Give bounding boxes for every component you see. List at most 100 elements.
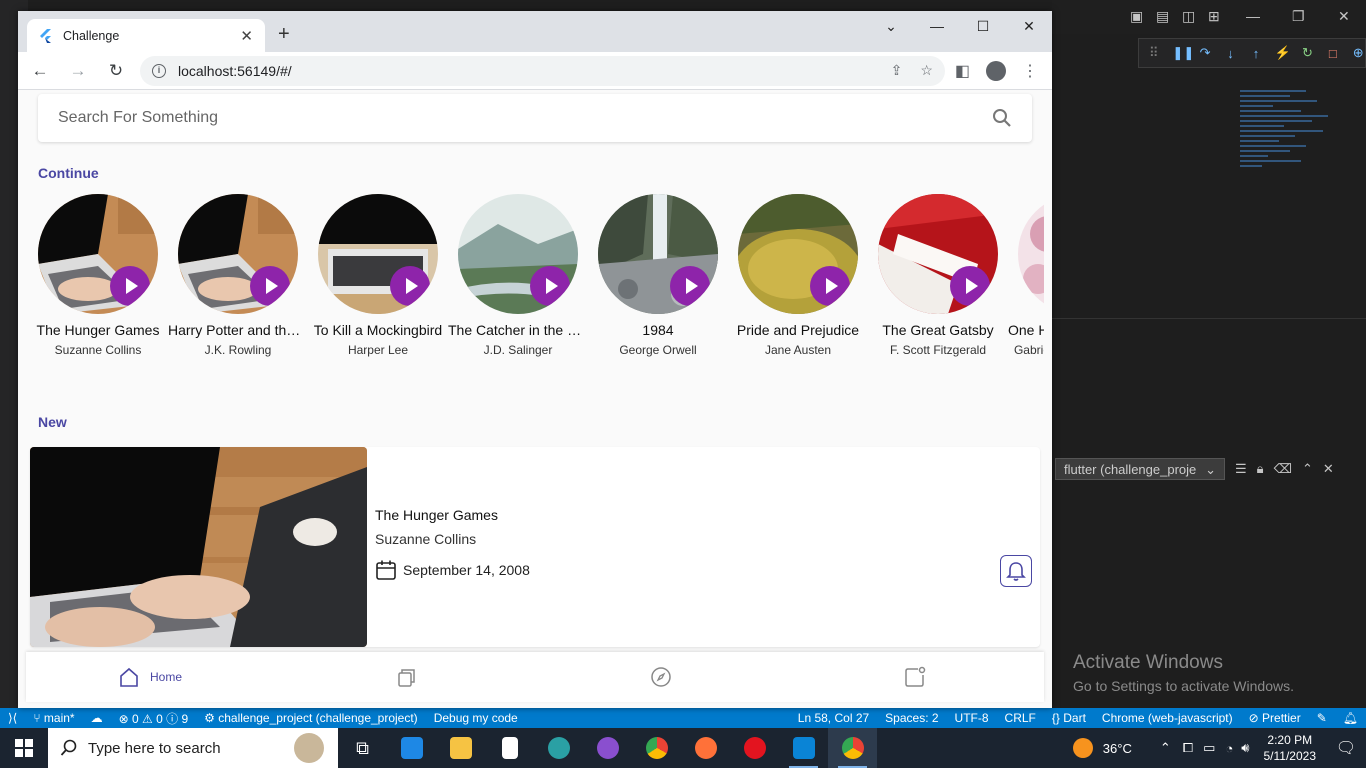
sync-icon[interactable]: ☁ <box>83 711 111 725</box>
play-button[interactable] <box>390 266 430 306</box>
file-explorer-app[interactable] <box>436 728 485 768</box>
mail-app[interactable] <box>387 728 436 768</box>
close-window-button[interactable]: ✕ <box>1006 11 1052 41</box>
bookmark-star-icon[interactable]: ☆ <box>920 62 933 79</box>
network-icon[interactable]: ⧠ <box>1183 740 1193 756</box>
restart-icon[interactable]: ↻ <box>1301 45 1314 61</box>
search-icon[interactable] <box>992 108 1012 128</box>
continue-book-item[interactable]: 1984 George Orwell <box>588 194 728 357</box>
forward-button[interactable]: → <box>64 61 92 81</box>
continue-book-item[interactable]: The Hunger Games Suzanne Collins <box>28 194 168 357</box>
project-indicator[interactable]: ⚙ challenge_project (challenge_project) <box>196 711 426 725</box>
weather-icon[interactable] <box>1072 738 1093 758</box>
continue-book-item[interactable]: The Catcher in the Rye J.D. Salinger <box>448 194 588 357</box>
continue-book-item[interactable]: The Great Gatsby F. Scott Fitzgerald <box>868 194 1008 357</box>
continue-book-item[interactable]: Pride and Prejudice Jane Austen <box>728 194 868 357</box>
terminal-selector[interactable]: flutter (challenge_proje ⌄ <box>1055 458 1225 480</box>
debug-config[interactable]: Debug my code <box>426 711 526 725</box>
weather-temp[interactable]: 36°C <box>1103 741 1132 756</box>
step-into-icon[interactable]: ↓ <box>1224 46 1237 61</box>
search-bar[interactable]: Search For Something <box>38 94 1032 142</box>
volume-icon[interactable]: 🔊︎ <box>1241 740 1249 756</box>
menu-kebab-icon[interactable]: ⋮ <box>1022 61 1038 81</box>
minimize-icon[interactable]: — <box>1246 8 1260 24</box>
customize-layout-icon[interactable]: ⊞ <box>1208 8 1220 25</box>
nav-library[interactable] <box>396 652 418 702</box>
clock[interactable]: 2:20 PM 5/11/2023 <box>1254 732 1327 764</box>
notifications-icon[interactable]: 🔔︎ <box>1335 711 1366 725</box>
edge-app[interactable] <box>534 728 583 768</box>
battery-icon[interactable]: ▭ <box>1203 740 1215 756</box>
split-icon[interactable]: ◫ <box>1182 8 1195 25</box>
remote-icon[interactable]: ⟩⟨ <box>0 711 25 725</box>
continue-book-item[interactable]: Harry Potter and the ... J.K. Rowling <box>168 194 308 357</box>
play-button[interactable] <box>110 266 150 306</box>
start-button[interactable] <box>0 728 48 768</box>
side-panel-icon[interactable]: ◧ <box>955 61 970 81</box>
tab-search-icon[interactable]: ⌄ <box>868 11 914 41</box>
line-ending[interactable]: CRLF <box>997 711 1044 725</box>
prettier-status[interactable]: ⊘ Prettier <box>1241 711 1309 725</box>
play-button[interactable] <box>670 266 710 306</box>
encoding[interactable]: UTF-8 <box>947 711 997 725</box>
play-button[interactable] <box>250 266 290 306</box>
problems-indicator[interactable]: ⊗ 0 ⚠ 0 ⓘ 9 <box>111 710 197 727</box>
chevron-up-icon[interactable]: ⌃ <box>1302 461 1313 477</box>
play-button[interactable] <box>950 266 990 306</box>
step-out-icon[interactable]: ↑ <box>1249 46 1262 61</box>
chevron-up-icon[interactable]: ⌃ <box>1160 740 1171 756</box>
site-info-icon[interactable]: i <box>152 63 166 78</box>
notification-center-icon[interactable]: 🗨︎ <box>1326 738 1366 758</box>
reload-button[interactable]: ↻ <box>102 61 130 81</box>
drag-handle-icon[interactable]: ⠿ <box>1147 45 1160 61</box>
close-panel-icon[interactable]: ✕ <box>1323 461 1334 477</box>
chrome-app-active[interactable] <box>828 728 877 768</box>
maximize-button[interactable]: ☐ <box>960 11 1006 41</box>
play-button[interactable] <box>810 266 850 306</box>
step-over-icon[interactable]: ↷ <box>1198 45 1211 61</box>
continue-book-item[interactable]: One Hundred Years of Solitude Gabriel Gar… <box>1008 194 1044 357</box>
restore-icon[interactable]: ❐ <box>1292 8 1305 25</box>
continue-carousel[interactable]: The Hunger Games Suzanne Collins Harry Pot… <box>28 194 1044 364</box>
close-icon[interactable]: ✕ <box>1338 8 1350 25</box>
firefox-app[interactable] <box>681 728 730 768</box>
nav-home[interactable]: Home <box>118 652 182 702</box>
profile-avatar-icon[interactable] <box>986 60 1006 81</box>
taskbar-search[interactable]: Type here to search <box>48 728 338 768</box>
share-icon[interactable]: ⇪ <box>891 62 903 79</box>
close-tab-icon[interactable]: ✕ <box>240 27 253 45</box>
minimap[interactable] <box>1240 90 1350 240</box>
panel-icon[interactable]: ▤ <box>1156 8 1169 25</box>
stop-icon[interactable]: □ <box>1326 46 1339 61</box>
feedback-icon[interactable]: ✎ <box>1309 711 1335 725</box>
indentation[interactable]: Spaces: 2 <box>877 711 946 725</box>
chrome-app[interactable] <box>632 728 681 768</box>
notepad-app[interactable] <box>485 728 534 768</box>
branch-indicator[interactable]: ⑂ main* <box>25 711 82 725</box>
tab-challenge[interactable]: Challenge ✕ <box>27 19 265 52</box>
address-bar[interactable]: i localhost:56149/#/ ⇪ ☆ <box>140 55 945 86</box>
github-desktop-app[interactable] <box>583 728 632 768</box>
search-input[interactable]: Search For Something <box>58 109 992 127</box>
nav-profile[interactable] <box>904 652 926 702</box>
layout-icon[interactable]: ▣ <box>1130 8 1143 25</box>
play-button[interactable] <box>530 266 570 306</box>
device-selector[interactable]: Chrome (web-javascript) <box>1094 711 1241 725</box>
continue-book-item[interactable]: To Kill a Mockingbird Harper Lee <box>308 194 448 357</box>
notify-button[interactable] <box>1000 555 1032 587</box>
new-tab-button[interactable]: + <box>278 23 290 46</box>
minimize-button[interactable]: — <box>914 11 960 41</box>
opera-app[interactable] <box>730 728 779 768</box>
nav-explore[interactable] <box>650 652 672 702</box>
wifi-icon[interactable]: ◔ <box>1225 741 1233 756</box>
language-mode[interactable]: {} Dart <box>1044 711 1094 725</box>
new-book-card[interactable]: The Hunger Games Suzanne Collins Septemb… <box>30 447 1040 647</box>
vscode-app[interactable] <box>779 728 828 768</box>
trash-icon[interactable]: ⌫ <box>1274 461 1292 477</box>
pause-icon[interactable]: ❚❚ <box>1172 45 1194 61</box>
hot-reload-icon[interactable]: ⚡ <box>1275 45 1291 61</box>
lock-icon[interactable]: 🔒︎ <box>1257 461 1264 477</box>
task-view-button[interactable]: ⧉ <box>338 728 387 768</box>
back-button[interactable]: ← <box>26 61 54 81</box>
list-icon[interactable]: ☰ <box>1235 461 1247 477</box>
